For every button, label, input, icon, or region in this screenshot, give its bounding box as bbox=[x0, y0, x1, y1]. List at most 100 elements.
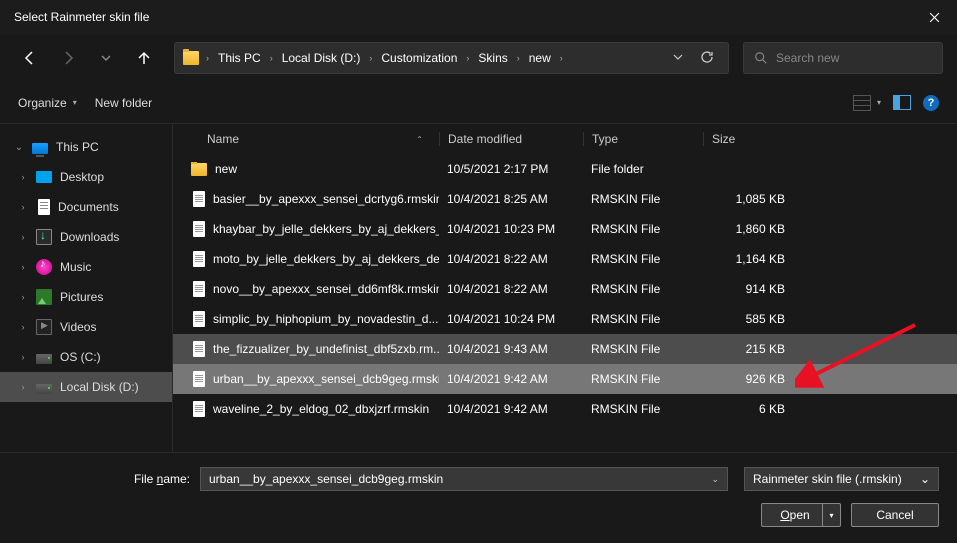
documents-icon bbox=[38, 199, 50, 215]
file-size: 215 KB bbox=[703, 342, 793, 356]
column-headers: Name⌃ Date modified Type Size bbox=[173, 124, 957, 154]
chevron-right-icon[interactable]: › bbox=[18, 202, 28, 212]
preview-pane-icon[interactable] bbox=[893, 95, 911, 110]
chevron-down-icon[interactable]: ⌄ bbox=[14, 142, 24, 153]
help-icon[interactable]: ? bbox=[923, 95, 939, 111]
history-dropdown-icon[interactable] bbox=[666, 51, 690, 66]
sidebar-documents[interactable]: ›Documents bbox=[0, 192, 172, 222]
toolbar: Organize▾ New folder ▾ ? bbox=[0, 82, 957, 124]
filename-input[interactable]: urban__by_apexxx_sensei_dcb9geg.rmskin⌄ bbox=[200, 467, 728, 491]
nav-bar: › This PC › Local Disk (D:) › Customizat… bbox=[0, 34, 957, 82]
filename-label: File name: bbox=[18, 472, 190, 486]
file-type: RMSKIN File bbox=[583, 312, 703, 326]
chevron-down-icon[interactable]: ⌄ bbox=[920, 472, 930, 486]
organize-menu[interactable]: Organize▾ bbox=[18, 96, 77, 110]
folder-icon bbox=[191, 163, 207, 176]
file-row[interactable]: moto_by_jelle_dekkers_by_aj_dekkers_de..… bbox=[173, 244, 957, 274]
chevron-down-icon[interactable]: ⌄ bbox=[705, 474, 719, 485]
file-size: 1,085 KB bbox=[703, 192, 793, 206]
file-size: 914 KB bbox=[703, 282, 793, 296]
window-title: Select Rainmeter skin file bbox=[14, 10, 911, 24]
refresh-icon[interactable] bbox=[694, 50, 720, 67]
breadcrumb-skins[interactable]: Skins bbox=[476, 49, 509, 67]
column-name[interactable]: Name⌃ bbox=[183, 132, 439, 146]
sidebar: ⌄This PC ›Desktop ›Documents ›Downloads … bbox=[0, 124, 172, 452]
chevron-right-icon[interactable]: › bbox=[18, 232, 28, 242]
file-type: RMSKIN File bbox=[583, 222, 703, 236]
up-button[interactable] bbox=[128, 42, 160, 74]
file-icon bbox=[193, 401, 205, 417]
back-button[interactable] bbox=[14, 42, 46, 74]
open-button[interactable]: Open▾ bbox=[761, 503, 841, 527]
chevron-right-icon[interactable]: › bbox=[18, 262, 28, 272]
open-split-dropdown[interactable]: ▾ bbox=[822, 504, 840, 526]
breadcrumb-new[interactable]: new bbox=[527, 49, 553, 67]
file-size: 1,164 KB bbox=[703, 252, 793, 266]
search-icon bbox=[754, 51, 768, 65]
new-folder-button[interactable]: New folder bbox=[95, 96, 152, 110]
file-date: 10/4/2021 8:25 AM bbox=[439, 192, 583, 206]
file-row[interactable]: simplic_by_hiphopium_by_novadestin_d...1… bbox=[173, 304, 957, 334]
file-row[interactable]: the_fizzualizer_by_undefinist_dbf5zxb.rm… bbox=[173, 334, 957, 364]
file-row[interactable]: basier__by_apexxx_sensei_dcrtyg6.rmskin1… bbox=[173, 184, 957, 214]
file-name: the_fizzualizer_by_undefinist_dbf5zxb.rm… bbox=[213, 342, 439, 356]
file-name: moto_by_jelle_dekkers_by_aj_dekkers_de..… bbox=[213, 252, 439, 266]
file-date: 10/4/2021 8:22 AM bbox=[439, 252, 583, 266]
chevron-right-icon[interactable]: › bbox=[18, 382, 28, 392]
chevron-right-icon[interactable]: › bbox=[18, 292, 28, 302]
column-date[interactable]: Date modified bbox=[439, 132, 583, 146]
close-button[interactable] bbox=[911, 0, 957, 34]
sidebar-os-c[interactable]: ›OS (C:) bbox=[0, 342, 172, 372]
sidebar-downloads[interactable]: ›Downloads bbox=[0, 222, 172, 252]
file-date: 10/4/2021 8:22 AM bbox=[439, 282, 583, 296]
sidebar-music[interactable]: ›Music bbox=[0, 252, 172, 282]
file-row[interactable]: urban__by_apexxx_sensei_dcb9geg.rmskin10… bbox=[173, 364, 957, 394]
drive-icon bbox=[36, 384, 52, 394]
chevron-right-icon[interactable]: › bbox=[366, 53, 375, 63]
sidebar-videos[interactable]: ›Videos bbox=[0, 312, 172, 342]
file-type-filter[interactable]: Rainmeter skin file (.rmskin)⌄ bbox=[744, 467, 939, 491]
chevron-right-icon[interactable]: › bbox=[18, 172, 28, 182]
chevron-right-icon[interactable]: › bbox=[203, 53, 212, 63]
file-icon bbox=[193, 221, 205, 237]
column-size[interactable]: Size bbox=[703, 132, 793, 146]
file-row[interactable]: khaybar_by_jelle_dekkers_by_aj_dekkers_.… bbox=[173, 214, 957, 244]
column-type[interactable]: Type bbox=[583, 132, 703, 146]
file-type: File folder bbox=[583, 162, 703, 176]
file-date: 10/4/2021 10:24 PM bbox=[439, 312, 583, 326]
forward-button[interactable] bbox=[52, 42, 84, 74]
breadcrumb-drive[interactable]: Local Disk (D:) bbox=[280, 49, 363, 67]
recent-dropdown[interactable] bbox=[90, 42, 122, 74]
file-name: khaybar_by_jelle_dekkers_by_aj_dekkers_.… bbox=[213, 222, 439, 236]
file-date: 10/4/2021 9:42 AM bbox=[439, 372, 583, 386]
titlebar: Select Rainmeter skin file bbox=[0, 0, 957, 34]
downloads-icon bbox=[36, 229, 52, 245]
file-icon bbox=[193, 281, 205, 297]
cancel-button[interactable]: Cancel bbox=[851, 503, 939, 527]
file-name: waveline_2_by_eldog_02_dbxjzrf.rmskin bbox=[213, 402, 429, 416]
file-row[interactable]: new10/5/2021 2:17 PMFile folder bbox=[173, 154, 957, 184]
desktop-icon bbox=[36, 171, 52, 183]
chevron-right-icon[interactable]: › bbox=[557, 53, 566, 63]
address-bar[interactable]: › This PC › Local Disk (D:) › Customizat… bbox=[174, 42, 729, 74]
chevron-right-icon[interactable]: › bbox=[514, 53, 523, 63]
chevron-right-icon[interactable]: › bbox=[463, 53, 472, 63]
sidebar-this-pc[interactable]: ⌄This PC bbox=[0, 132, 172, 162]
music-icon bbox=[36, 259, 52, 275]
chevron-right-icon[interactable]: › bbox=[267, 53, 276, 63]
file-size: 926 KB bbox=[703, 372, 793, 386]
file-type: RMSKIN File bbox=[583, 402, 703, 416]
view-menu[interactable]: ▾ bbox=[853, 95, 881, 111]
chevron-right-icon[interactable]: › bbox=[18, 352, 28, 362]
breadcrumb-this-pc[interactable]: This PC bbox=[216, 49, 263, 67]
sidebar-local-disk-d[interactable]: ›Local Disk (D:) bbox=[0, 372, 172, 402]
breadcrumb-customization[interactable]: Customization bbox=[379, 49, 459, 67]
file-row[interactable]: novo__by_apexxx_sensei_dd6mf8k.rmskin10/… bbox=[173, 274, 957, 304]
file-row[interactable]: waveline_2_by_eldog_02_dbxjzrf.rmskin10/… bbox=[173, 394, 957, 424]
sidebar-desktop[interactable]: ›Desktop bbox=[0, 162, 172, 192]
chevron-right-icon[interactable]: › bbox=[18, 322, 28, 332]
file-name: basier__by_apexxx_sensei_dcrtyg6.rmskin bbox=[213, 192, 439, 206]
search-input[interactable]: Search new bbox=[743, 42, 943, 74]
file-size: 1,860 KB bbox=[703, 222, 793, 236]
sidebar-pictures[interactable]: ›Pictures bbox=[0, 282, 172, 312]
